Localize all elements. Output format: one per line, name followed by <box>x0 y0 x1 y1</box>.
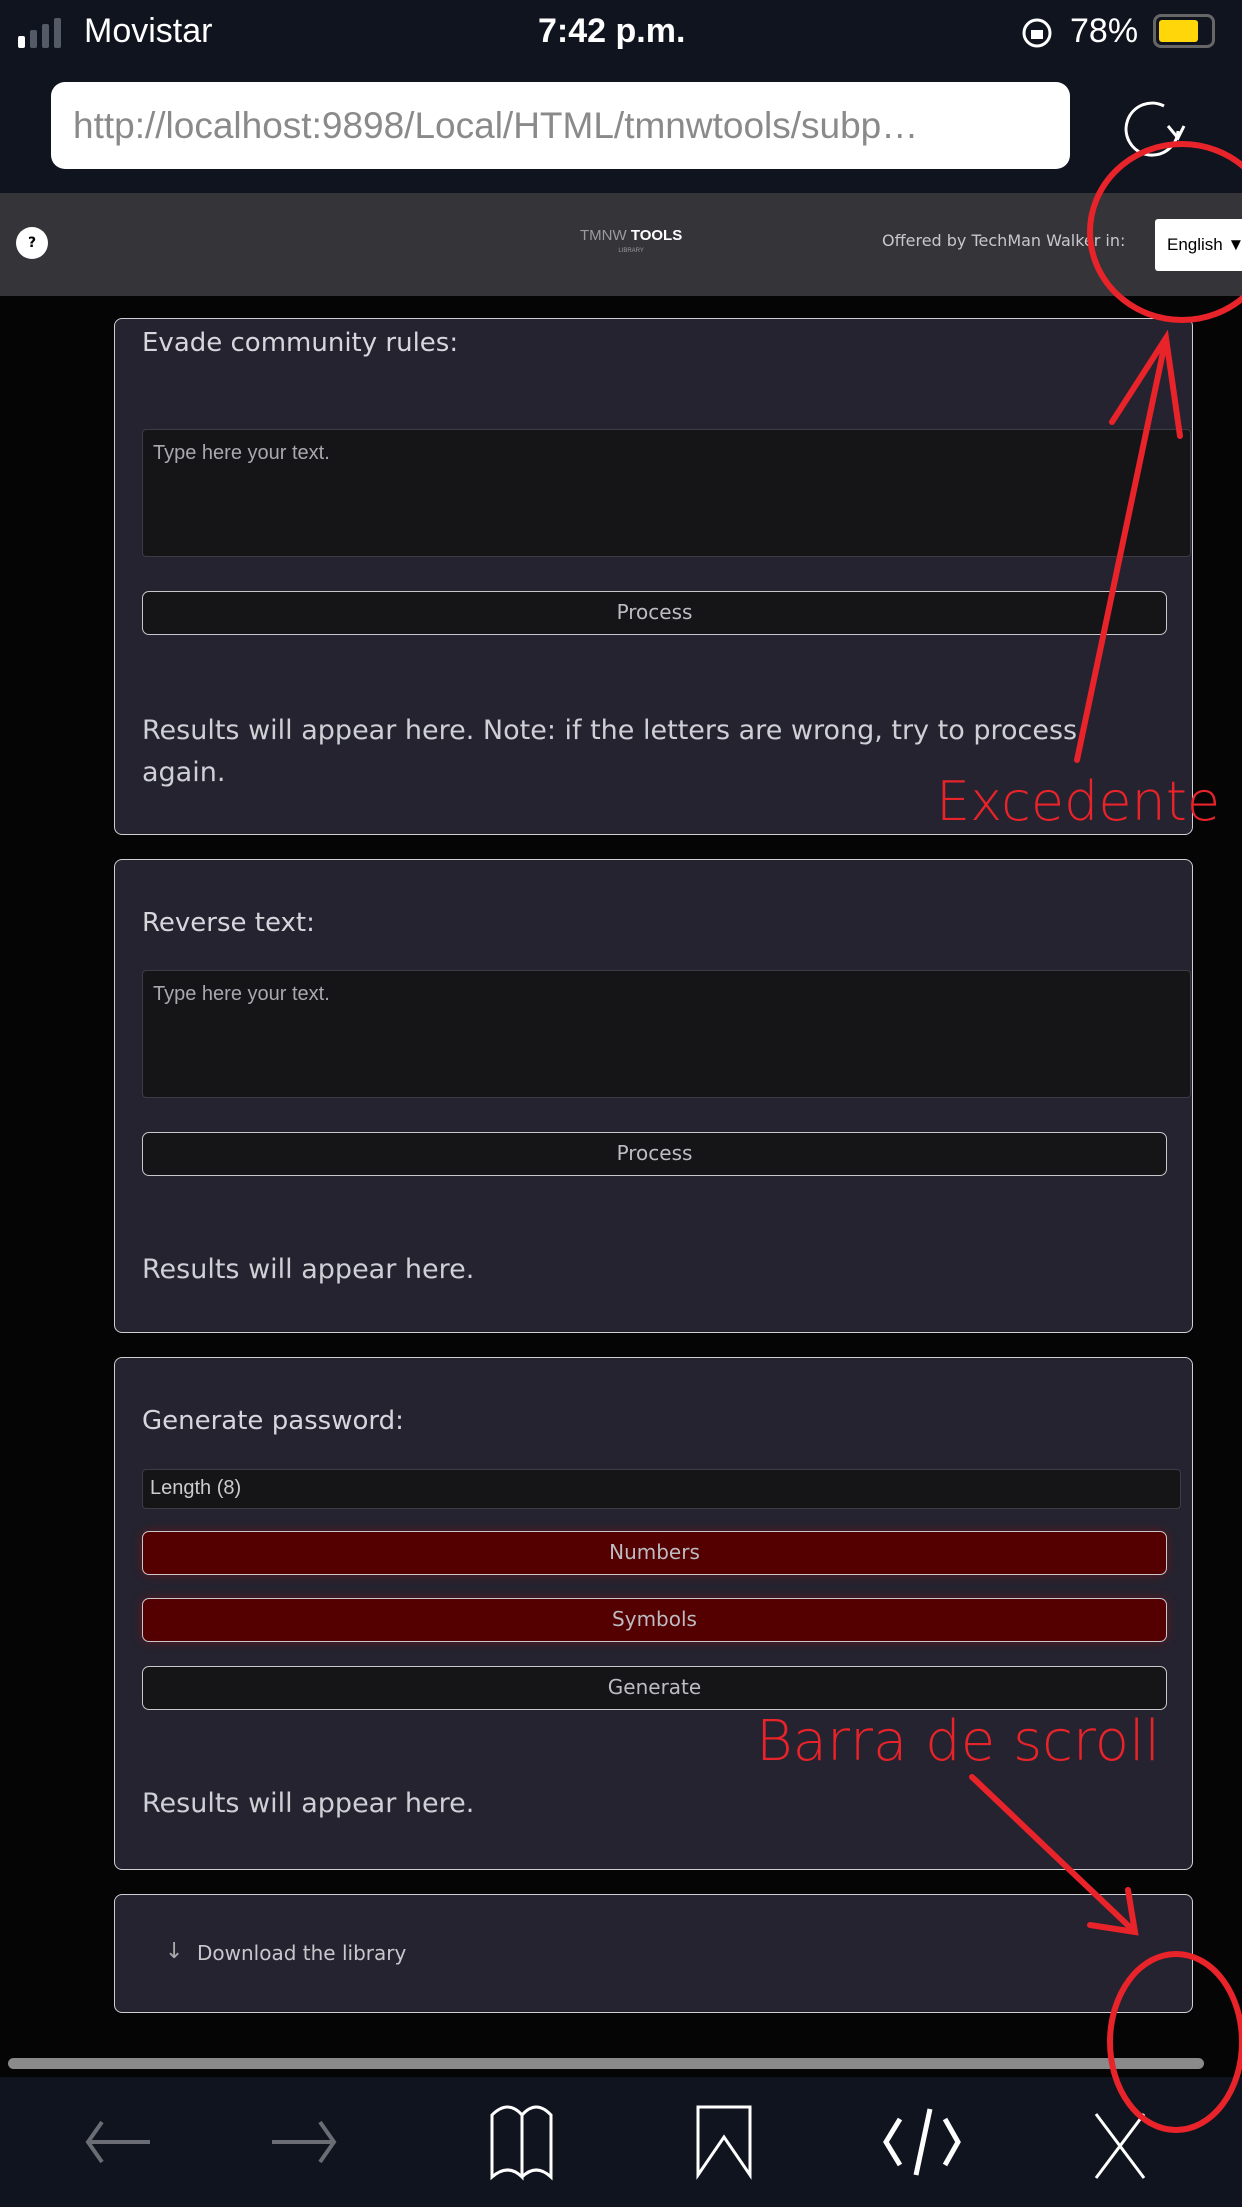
arrow-down-icon: ↓ <box>165 1939 184 1964</box>
carrier: Movistar <box>84 12 213 50</box>
url-bar[interactable]: http://localhost:9898/Local/HTML/tmnwtoo… <box>51 82 1070 169</box>
logo: TMNW TOOLS LIBRARY <box>580 227 682 254</box>
result-text: Results will appear here. <box>142 1254 475 1285</box>
card-title: Generate password: <box>142 1406 404 1436</box>
card-reverse-text: Reverse text: Type here your text. Proce… <box>114 859 1193 1333</box>
logo-prefix: TMNW <box>580 227 627 244</box>
forward-icon[interactable] <box>272 2120 337 2164</box>
text-input[interactable]: Type here your text. <box>142 429 1191 557</box>
browser-chrome-top: Movistar 7:42 p.m. 78% http://localhost:… <box>0 0 1242 193</box>
battery-percent: 78% <box>1070 12 1139 50</box>
generate-button[interactable]: Generate <box>142 1666 1167 1710</box>
offered-by-label: Offered by TechMan Walker in: <box>882 231 1126 250</box>
length-input[interactable]: Length (8) <box>142 1469 1181 1509</box>
result-text: Results will appear here. <box>142 1788 475 1819</box>
bookmark-icon[interactable] <box>696 2105 752 2180</box>
horizontal-scrollbar[interactable] <box>8 2058 1204 2069</box>
card-evade-rules: Evade community rules: Type here your te… <box>114 318 1193 835</box>
logo-sub: LIBRARY <box>618 248 644 254</box>
reload-icon[interactable] <box>1118 96 1188 166</box>
language-value: English <box>1167 235 1223 254</box>
battery-icon <box>1153 14 1215 48</box>
card-title: Reverse text: <box>142 908 315 938</box>
language-select[interactable]: English ▼ <box>1155 219 1242 271</box>
download-link[interactable]: Download the library <box>197 1941 406 1965</box>
book-icon[interactable] <box>490 2105 553 2181</box>
help-button[interactable]: ? <box>16 227 48 259</box>
symbols-toggle[interactable]: Symbols <box>142 1598 1167 1642</box>
signal-icon <box>18 18 61 48</box>
result-text: Results will appear here. Note: if the l… <box>142 715 1078 788</box>
download-card[interactable]: ↓ Download the library <box>114 1894 1193 2013</box>
text-input[interactable]: Type here your text. <box>142 970 1191 1098</box>
code-icon[interactable] <box>883 2108 961 2176</box>
toolbar-icons <box>85 2105 1146 2181</box>
rotation-lock-icon <box>1022 18 1052 48</box>
process-button[interactable]: Process <box>142 1132 1167 1176</box>
card-generate-password: Generate password: Length (8) Numbers Sy… <box>114 1357 1193 1870</box>
clock: 7:42 p.m. <box>538 12 686 50</box>
process-button[interactable]: Process <box>142 591 1167 635</box>
logo-main: TOOLS <box>630 227 683 244</box>
site-header: ? TMNW TOOLS LIBRARY Offered by TechMan … <box>0 193 1242 296</box>
close-icon[interactable] <box>1094 2113 1146 2179</box>
back-icon[interactable] <box>85 2120 150 2164</box>
card-title: Evade community rules: <box>142 328 459 358</box>
numbers-toggle[interactable]: Numbers <box>142 1531 1167 1575</box>
